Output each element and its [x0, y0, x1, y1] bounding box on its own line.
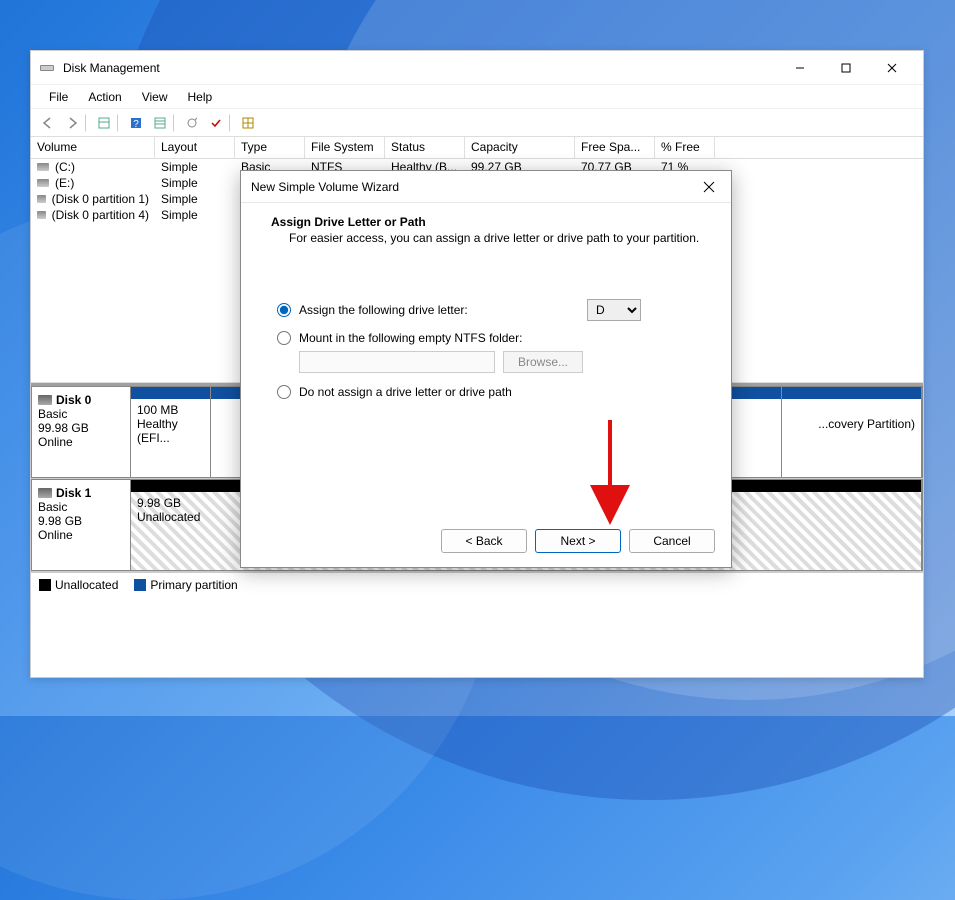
col-capacity[interactable]: Capacity	[465, 137, 575, 158]
dialog-header-subtitle: For easier access, you can assign a driv…	[271, 231, 701, 245]
dialog-title: New Simple Volume Wizard	[251, 180, 697, 194]
col-percent[interactable]: % Free	[655, 137, 715, 158]
settings-icon[interactable]	[181, 112, 203, 134]
volume-label: (Disk 0 partition 1)	[52, 192, 149, 206]
partition[interactable]: 100 MB Healthy (EFI...	[131, 387, 211, 477]
col-type[interactable]: Type	[235, 137, 305, 158]
toolbar: ?	[31, 109, 923, 137]
svg-text:?: ?	[133, 119, 139, 130]
radio-label: Assign the following drive letter:	[299, 303, 468, 317]
dialog-body: Assign the following drive letter: D Mou…	[241, 253, 731, 433]
mount-folder-input	[299, 351, 495, 373]
col-free[interactable]: Free Spa...	[575, 137, 655, 158]
dialog-footer: < Back Next > Cancel	[441, 529, 715, 553]
radio-mount-folder[interactable]	[277, 331, 291, 345]
col-layout[interactable]: Layout	[155, 137, 235, 158]
volume-label: (E:)	[55, 176, 74, 190]
radio-assign-letter[interactable]	[277, 303, 291, 317]
maximize-button[interactable]	[823, 53, 869, 83]
legend-label: Unallocated	[55, 578, 118, 592]
volume-label: (C:)	[55, 160, 75, 174]
dialog-close-button[interactable]	[697, 175, 721, 199]
separator	[85, 114, 91, 132]
legend-swatch-unallocated	[39, 579, 51, 591]
browse-button: Browse...	[503, 351, 583, 373]
menu-file[interactable]: File	[39, 88, 78, 106]
legend: Unallocated Primary partition	[31, 572, 923, 596]
disk-icon	[38, 488, 52, 498]
col-filesystem[interactable]: File System	[305, 137, 385, 158]
separator	[117, 114, 123, 132]
drive-letter-select[interactable]: D	[587, 299, 641, 321]
dialog-header-title: Assign Drive Letter or Path	[271, 215, 701, 229]
disk-icon	[37, 195, 46, 203]
disk-icon	[37, 163, 49, 171]
col-status[interactable]: Status	[385, 137, 465, 158]
cancel-button[interactable]: Cancel	[629, 529, 715, 553]
disk-icon	[38, 395, 52, 405]
help-icon[interactable]: ?	[125, 112, 147, 134]
menu-view[interactable]: View	[132, 88, 178, 106]
separator	[229, 114, 235, 132]
radio-label: Do not assign a drive letter or drive pa…	[299, 385, 512, 399]
disk-info[interactable]: Disk 0 Basic 99.98 GB Online	[31, 386, 131, 478]
view-icon[interactable]	[93, 112, 115, 134]
back-icon[interactable]	[37, 112, 59, 134]
forward-icon[interactable]	[61, 112, 83, 134]
radio-label: Mount in the following empty NTFS folder…	[299, 331, 522, 345]
volume-label: (Disk 0 partition 4)	[52, 208, 149, 222]
next-button[interactable]: Next >	[535, 529, 621, 553]
minimize-button[interactable]	[777, 53, 823, 83]
disk-info[interactable]: Disk 1 Basic 9.98 GB Online	[31, 479, 131, 571]
col-volume[interactable]: Volume	[31, 137, 155, 158]
legend-label: Primary partition	[150, 578, 237, 592]
legend-swatch-primary	[134, 579, 146, 591]
dialog-header: Assign Drive Letter or Path For easier a…	[241, 203, 731, 253]
menu-help[interactable]: Help	[178, 88, 223, 106]
titlebar: Disk Management	[31, 51, 923, 85]
grid-icon[interactable]	[237, 112, 259, 134]
check-icon[interactable]	[205, 112, 227, 134]
disk-icon	[37, 211, 46, 219]
volume-table-header: Volume Layout Type File System Status Ca…	[31, 137, 923, 159]
menu-action[interactable]: Action	[78, 88, 131, 106]
separator	[173, 114, 179, 132]
close-button[interactable]	[869, 53, 915, 83]
back-button[interactable]: < Back	[441, 529, 527, 553]
radio-no-assign[interactable]	[277, 385, 291, 399]
list-icon[interactable]	[149, 112, 171, 134]
window-title: Disk Management	[63, 61, 777, 75]
col-spacer	[715, 137, 923, 158]
dialog-titlebar: New Simple Volume Wizard	[241, 171, 731, 203]
partition[interactable]: ...covery Partition)	[782, 387, 922, 477]
new-volume-wizard-dialog: New Simple Volume Wizard Assign Drive Le…	[240, 170, 732, 568]
menubar: File Action View Help	[31, 85, 923, 109]
disk-icon	[37, 179, 49, 187]
app-icon	[39, 60, 55, 76]
